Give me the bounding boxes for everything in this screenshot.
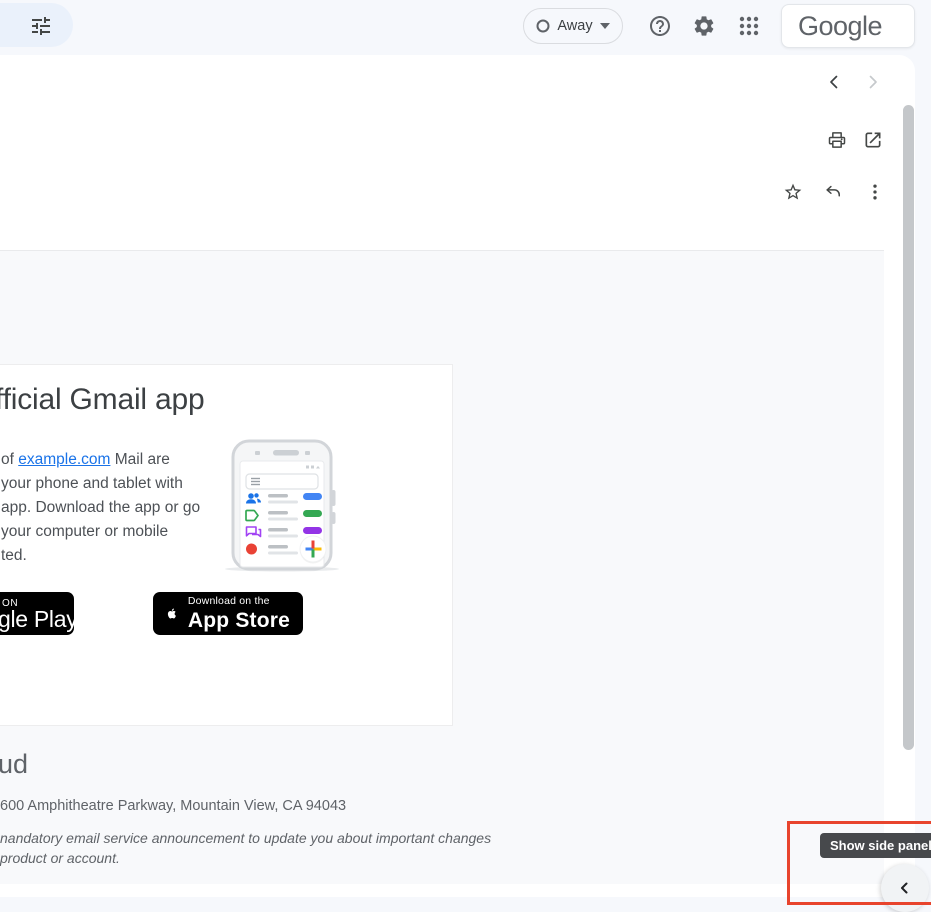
print-button[interactable] — [827, 130, 847, 150]
settings-button[interactable] — [692, 14, 716, 38]
apps-button[interactable] — [737, 14, 761, 38]
chevron-left-icon — [825, 73, 843, 91]
footer-disclaimer-line: nandatory email service announcement to … — [0, 830, 491, 846]
chevron-left-icon — [897, 880, 913, 896]
tune-icon — [29, 14, 53, 38]
search-options-button[interactable] — [29, 14, 53, 38]
scrollbar[interactable] — [903, 105, 914, 750]
star-button[interactable] — [783, 182, 803, 202]
status-selector[interactable]: Away — [523, 8, 623, 44]
status-label: Away — [557, 18, 592, 34]
settings-gear-icon — [692, 14, 716, 38]
reply-button[interactable] — [823, 182, 843, 202]
star-icon — [783, 182, 803, 202]
paragraph-line: of example.com Mail are — [1, 448, 200, 472]
show-side-panel-button[interactable] — [881, 864, 929, 912]
help-button[interactable] — [648, 14, 672, 38]
email-heading: fficial Gmail app — [0, 383, 204, 417]
gmail-page: Away Google — [0, 0, 931, 912]
apple-logo-icon — [166, 600, 178, 627]
reply-icon — [823, 182, 843, 202]
app-store-badge[interactable]: Download on the App Store — [153, 592, 303, 635]
chevron-right-icon — [864, 73, 882, 91]
account-logo-card[interactable]: Google — [781, 4, 915, 48]
google-logo: Google — [798, 11, 882, 42]
presence-circle-icon — [536, 19, 550, 33]
phone-illustration — [218, 436, 354, 576]
chevron-down-icon — [600, 23, 610, 29]
paragraph-line: your phone and tablet with — [1, 472, 200, 496]
more-vert-icon — [865, 182, 885, 202]
show-side-panel-tooltip: Show side panel — [820, 833, 931, 858]
google-play-badge[interactable]: ON gle Play — [0, 592, 74, 635]
older-button[interactable] — [864, 73, 882, 91]
google-play-badge-bottom: gle Play — [0, 606, 77, 633]
help-icon — [648, 14, 672, 38]
app-store-badge-top: Download on the — [188, 596, 290, 607]
paragraph-line: ted. — [1, 544, 200, 568]
footer-disclaimer-line: product or account. — [0, 850, 120, 866]
print-icon — [827, 130, 847, 150]
paragraph-line: app. Download the app or go — [1, 496, 200, 520]
footer-address: 600 Amphitheatre Parkway, Mountain View,… — [0, 798, 346, 814]
newer-button[interactable] — [825, 73, 843, 91]
footer-brand-fragment: ud — [0, 749, 28, 780]
example-link[interactable]: example.com — [18, 451, 110, 468]
open-in-new-icon — [863, 130, 883, 150]
app-store-badge-bottom: App Store — [188, 610, 290, 631]
more-options-button[interactable] — [865, 182, 885, 202]
email-paragraph: of example.com Mail are your phone and t… — [1, 448, 200, 568]
apps-grid-icon — [737, 14, 761, 38]
paragraph-line: your computer or mobile — [1, 520, 200, 544]
open-in-new-button[interactable] — [863, 130, 883, 150]
